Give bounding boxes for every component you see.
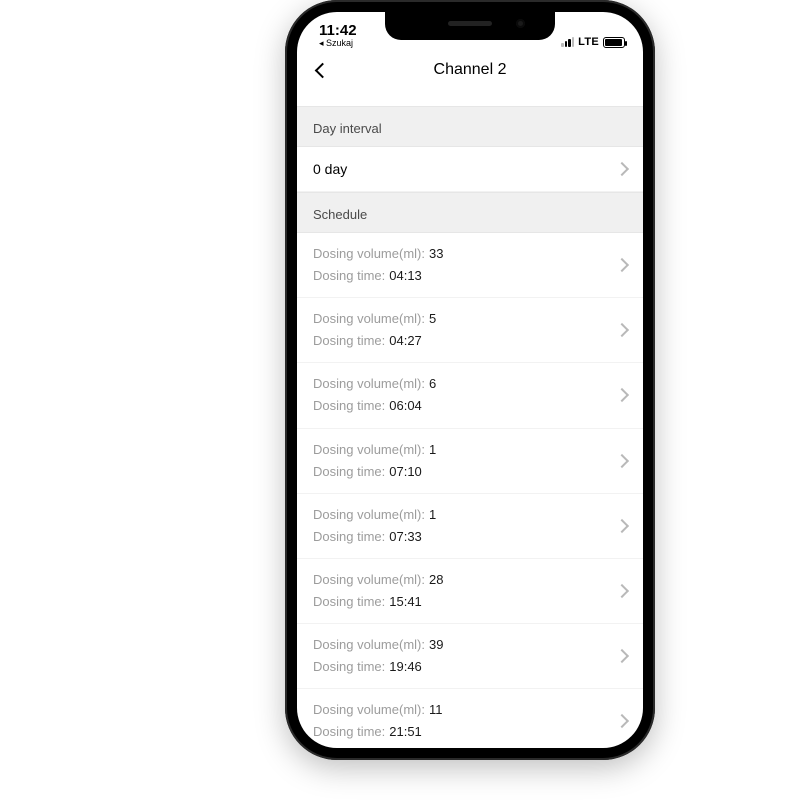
nav-bar: Channel 2 [297,50,643,90]
chevron-right-icon [615,714,629,728]
time-value: 06:04 [389,398,422,413]
schedule-text: Dosing volume(ml): 28 Dosing time: 15:41 [313,569,443,613]
schedule-row[interactable]: Dosing volume(ml): 1 Dosing time: 07:33 [297,494,643,559]
schedule-text: Dosing volume(ml): 39 Dosing time: 19:46 [313,634,443,678]
back-button[interactable] [311,59,333,81]
volume-label: Dosing volume(ml): [313,246,425,261]
volume-value: 33 [429,246,443,261]
time-value: 04:13 [389,268,422,283]
schedule-row[interactable]: Dosing volume(ml): 33 Dosing time: 04:13 [297,233,643,298]
chevron-right-icon [615,258,629,272]
schedule-row[interactable]: Dosing volume(ml): 28 Dosing time: 15:41 [297,559,643,624]
status-time: 11:42 [319,23,357,38]
time-label: Dosing time: [313,659,385,674]
time-label: Dosing time: [313,398,385,413]
schedule-text: Dosing volume(ml): 1 Dosing time: 07:10 [313,439,436,483]
volume-value: 28 [429,572,443,587]
time-label: Dosing time: [313,529,385,544]
signal-bars-icon [561,37,574,47]
status-back-app[interactable]: ◂ Szukaj [319,39,357,48]
volume-value: 1 [429,507,436,522]
schedule-row[interactable]: Dosing volume(ml): 6 Dosing time: 06:04 [297,363,643,428]
chevron-right-icon [615,519,629,533]
chevron-right-icon [615,323,629,337]
schedule-text: Dosing volume(ml): 6 Dosing time: 06:04 [313,373,436,417]
schedule-text: Dosing volume(ml): 11 Dosing time: 21:51 [313,699,442,743]
battery-icon [603,37,625,48]
network-label: LTE [578,36,599,48]
time-label: Dosing time: [313,333,385,348]
volume-label: Dosing volume(ml): [313,507,425,522]
chevron-right-icon [615,584,629,598]
volume-label: Dosing volume(ml): [313,637,425,652]
volume-value: 5 [429,311,436,326]
chevron-right-icon [615,162,629,176]
schedule-row[interactable]: Dosing volume(ml): 5 Dosing time: 04:27 [297,298,643,363]
chevron-right-icon [615,388,629,402]
phone-frame: 11:42 ◂ Szukaj LTE Channel 2 Day interva… [285,0,655,760]
time-label: Dosing time: [313,268,385,283]
notch [385,12,555,40]
schedule-list: Dosing volume(ml):33Dosing time:04:13Dos… [297,233,643,748]
schedule-text: Dosing volume(ml): 1 Dosing time: 07:33 [313,504,436,548]
scroll-area[interactable]: Day interval 0 day Schedule Dosing volum… [297,90,643,748]
section-header-schedule: Schedule [297,192,643,233]
volume-label: Dosing volume(ml): [313,442,425,457]
volume-value: 1 [429,442,436,457]
time-value: 07:10 [389,464,422,479]
volume-label: Dosing volume(ml): [313,702,425,717]
volume-value: 11 [429,702,443,717]
time-value: 04:27 [389,333,422,348]
volume-label: Dosing volume(ml): [313,376,425,391]
volume-value: 6 [429,376,436,391]
page-title: Channel 2 [434,61,507,79]
schedule-row[interactable]: Dosing volume(ml): 11 Dosing time: 21:51 [297,689,643,748]
schedule-row[interactable]: Dosing volume(ml): 1 Dosing time: 07:10 [297,429,643,494]
section-header-interval: Day interval [297,106,643,147]
schedule-text: Dosing volume(ml): 33 Dosing time: 04:13 [313,243,443,287]
screen: 11:42 ◂ Szukaj LTE Channel 2 Day interva… [297,12,643,748]
time-label: Dosing time: [313,724,385,739]
time-value: 19:46 [389,659,422,674]
time-value: 07:33 [389,529,422,544]
volume-label: Dosing volume(ml): [313,311,425,326]
time-label: Dosing time: [313,464,385,479]
time-label: Dosing time: [313,594,385,609]
time-value: 21:51 [389,724,422,739]
volume-label: Dosing volume(ml): [313,572,425,587]
schedule-text: Dosing volume(ml): 5 Dosing time: 04:27 [313,308,436,352]
time-value: 15:41 [389,594,422,609]
day-interval-row[interactable]: 0 day [297,147,643,192]
chevron-right-icon [615,454,629,468]
schedule-row[interactable]: Dosing volume(ml): 39 Dosing time: 19:46 [297,624,643,689]
chevron-right-icon [615,649,629,663]
day-interval-value: 0 day [313,161,347,177]
volume-value: 39 [429,637,443,652]
